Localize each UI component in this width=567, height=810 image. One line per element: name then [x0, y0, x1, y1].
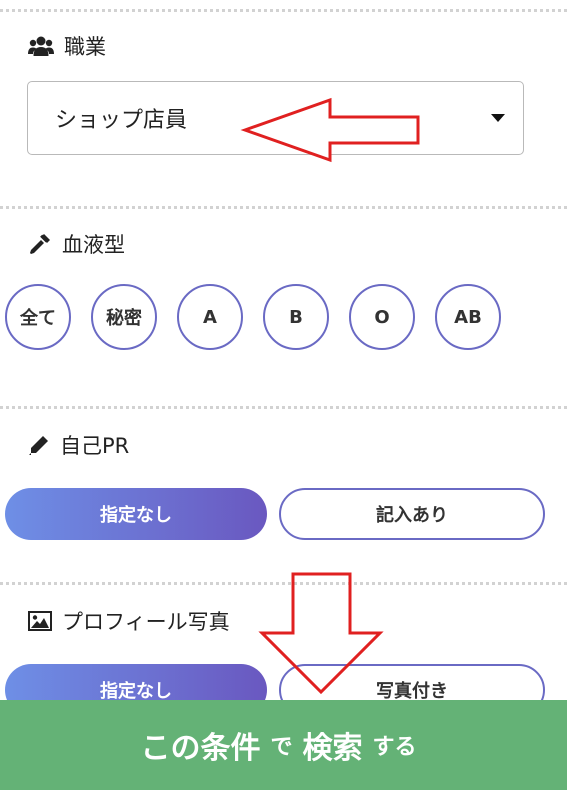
section-divider — [0, 206, 567, 209]
image-icon — [28, 611, 52, 631]
occupation-heading: 職業 — [64, 35, 106, 59]
section-divider — [0, 406, 567, 409]
section-divider — [0, 582, 567, 585]
blood-type-heading: 血液型 — [62, 233, 125, 257]
occupation-header: 職業 — [28, 31, 106, 61]
blood-type-header: 血液型 — [28, 229, 125, 259]
blood-type-secret-button[interactable]: 秘密 — [91, 284, 157, 350]
profile-photo-heading: プロフィール写真 — [62, 610, 230, 634]
blood-type-a-button[interactable]: A — [177, 284, 243, 350]
caret-down-icon — [491, 114, 505, 122]
occupation-selected-value: ショップ店員 — [55, 108, 188, 133]
users-icon — [28, 36, 54, 56]
pencil-icon — [29, 436, 48, 455]
search-button[interactable]: この条件 で 検索 する — [0, 700, 567, 790]
blood-type-o-button[interactable]: O — [349, 284, 415, 350]
blood-type-options: 全て 秘密 A B O AB — [5, 284, 501, 350]
self-pr-header: 自己PR — [28, 430, 129, 460]
occupation-select[interactable]: ショップ店員 — [27, 81, 524, 155]
section-divider — [0, 9, 567, 12]
blood-type-b-button[interactable]: B — [263, 284, 329, 350]
self-pr-heading: 自己PR — [60, 434, 130, 458]
blood-type-ab-button[interactable]: AB — [435, 284, 501, 350]
self-pr-filled-button[interactable]: 記入あり — [279, 488, 545, 540]
bottom-strip — [0, 790, 567, 810]
eyedropper-icon — [30, 234, 50, 254]
self-pr-unspecified-button[interactable]: 指定なし — [5, 488, 267, 540]
self-pr-options: 指定なし 記入あり — [5, 488, 545, 540]
blood-type-all-button[interactable]: 全て — [5, 284, 71, 350]
profile-photo-header: プロフィール写真 — [28, 606, 230, 636]
search-filter-page: 職業 ショップ店員 血液型 全て 秘密 A B O AB 自己PR 指定なし 記… — [0, 0, 567, 810]
